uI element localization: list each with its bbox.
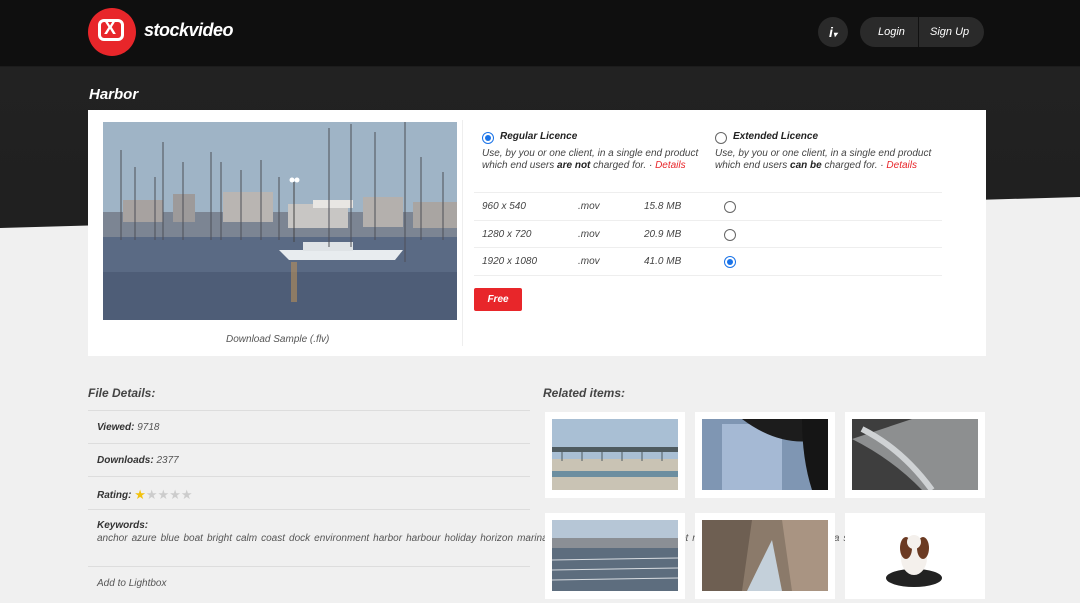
keyword-link[interactable]: horizon [480, 533, 513, 544]
format-resolution: 1920 x 1080 [482, 256, 538, 267]
lightbox-row: Add to Lightbox [88, 566, 530, 603]
star-icon[interactable]: ★ [169, 487, 181, 503]
keywords-label: Keywords: [97, 520, 149, 531]
format-radio[interactable] [724, 201, 736, 213]
keyword-link[interactable]: bright [207, 533, 232, 544]
regular-licence-details-link[interactable]: Details [655, 160, 686, 171]
related-item[interactable] [695, 412, 835, 498]
related-item[interactable] [845, 412, 985, 498]
format-extension: .mov [578, 256, 600, 267]
rushing-water-thumbnail [852, 419, 978, 490]
keyword-link[interactable]: environment [314, 533, 369, 544]
format-size: 41.0 MB [644, 256, 682, 267]
x-logo-mark: X [104, 18, 117, 38]
waterfall-cave-thumbnail [702, 419, 828, 490]
related-items-title: Related items: [543, 386, 626, 400]
star-icon[interactable]: ★ [158, 487, 170, 503]
info-menu-button[interactable]: i▾ [818, 17, 848, 47]
format-radio[interactable] [724, 256, 736, 268]
extended-licence-radio[interactable] [715, 132, 727, 144]
related-item[interactable] [695, 513, 835, 599]
chevron-down-icon: ▾ [832, 30, 837, 39]
keyword-link[interactable]: coast [261, 533, 285, 544]
product-card: Download Sample (.flv) Regular Licence U… [88, 110, 986, 356]
rating-stars[interactable]: ★★★★★ [134, 487, 193, 503]
star-icon[interactable]: ★ [134, 487, 146, 503]
extended-licence-details-link[interactable]: Details [886, 160, 917, 171]
star-icon[interactable]: ★ [146, 487, 158, 503]
harbor-preview-image [103, 122, 457, 320]
top-navigation-bar: X stockvideo i▾ Login Sign Up [0, 0, 1080, 66]
keyword-link[interactable]: harbour [406, 533, 440, 544]
keyword-link[interactable]: harbor [373, 533, 402, 544]
downloads-count: 2377 [156, 455, 179, 466]
card-divider [462, 120, 463, 346]
signup-button[interactable]: Sign Up [930, 17, 969, 47]
format-extension: .mov [578, 201, 600, 212]
format-size: 15.8 MB [644, 201, 682, 212]
harbor-aerial-thumbnail [552, 520, 678, 591]
downloads-label: Downloads: [97, 455, 154, 466]
pier-beach-thumbnail [552, 419, 678, 490]
format-resolution: 960 x 540 [482, 201, 526, 212]
add-to-lightbox-link[interactable]: Add to Lightbox [97, 578, 167, 589]
format-row[interactable]: 1920 x 1080 .mov 41.0 MB [474, 247, 942, 276]
viewed-row: Viewed: 9718 [88, 410, 530, 444]
keyword-link[interactable]: boat [184, 533, 203, 544]
related-item[interactable] [545, 412, 685, 498]
viewed-label: Viewed: [97, 422, 135, 433]
file-details-title: File Details: [88, 386, 156, 400]
rating-row: Rating: ★★★★★ [88, 476, 530, 510]
regular-licence-description: Use, by you or one client, in a single e… [482, 148, 699, 171]
regular-licence-radio[interactable] [482, 132, 494, 144]
video-preview[interactable] [103, 122, 457, 320]
keyword-link[interactable]: dock [289, 533, 310, 544]
format-resolution: 1280 x 720 [482, 229, 532, 240]
viewed-count: 9718 [137, 422, 160, 433]
page-title: Harbor [89, 86, 139, 103]
download-sample-link[interactable]: Download Sample (.flv) [226, 334, 329, 345]
related-item[interactable] [545, 513, 685, 599]
extended-licence-description: Use, by you or one client, in a single e… [715, 148, 932, 171]
free-download-button[interactable]: Free [474, 288, 522, 311]
keyword-link[interactable]: azure [132, 533, 157, 544]
format-radio[interactable] [724, 229, 736, 241]
keyword-link[interactable]: anchor [97, 533, 128, 544]
downloads-row: Downloads: 2377 [88, 443, 530, 477]
keywords-row: Keywords: anchor azure blue boat bright calm c… [88, 509, 916, 567]
format-row[interactable]: 1280 x 720 .mov 20.9 MB [474, 220, 942, 248]
login-button[interactable]: Login [878, 17, 905, 47]
extended-licence-name: Extended Licence [733, 131, 819, 142]
auth-button-group: Login Sign Up [860, 17, 984, 47]
format-size: 20.9 MB [644, 229, 682, 240]
auth-divider [918, 17, 919, 47]
rating-label: Rating: [97, 490, 132, 501]
keyword-link[interactable]: calm [236, 533, 257, 544]
format-extension: .mov [578, 229, 600, 240]
keyword-link[interactable]: marina [517, 533, 548, 544]
regular-licence-name: Regular Licence [500, 131, 578, 142]
related-item[interactable] [845, 513, 985, 599]
canyon-stream-thumbnail [702, 520, 828, 591]
format-row[interactable]: 960 x 540 .mov 15.8 MB [474, 192, 942, 220]
star-icon[interactable]: ★ [181, 487, 193, 503]
dog-on-cushion-thumbnail [852, 520, 978, 591]
keyword-link[interactable]: blue [161, 533, 180, 544]
brand-name[interactable]: stockvideo [144, 20, 234, 41]
keyword-link[interactable]: holiday [445, 533, 477, 544]
